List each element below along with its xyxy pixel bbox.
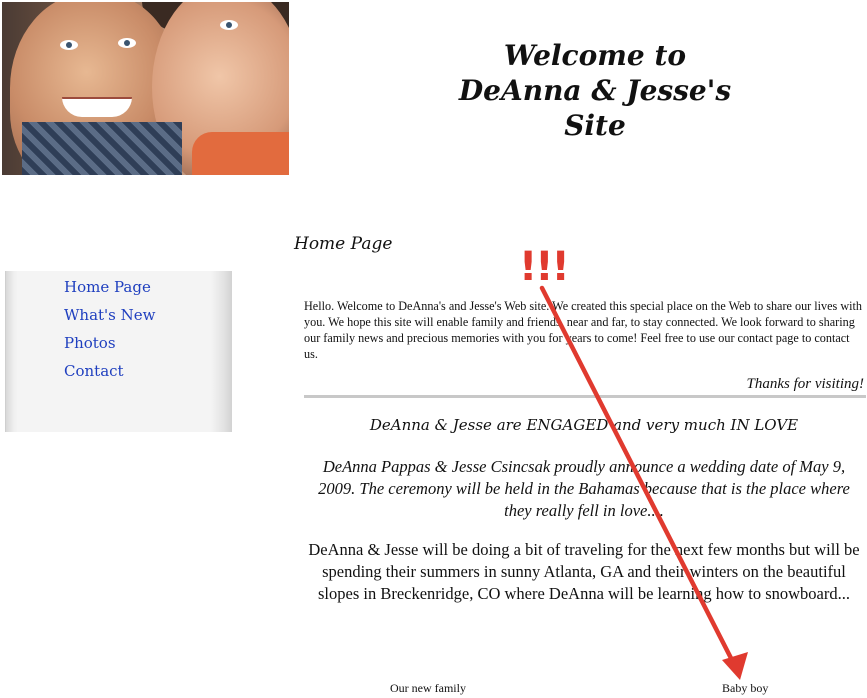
site-title: Welcome to DeAnna & Jesse's Site [430,38,760,143]
nav-link-home[interactable]: Home Page [64,277,155,305]
sidebar-nav: Home Page What's New Photos Contact [5,271,232,432]
photo-shirt [22,122,182,175]
announcement-text: DeAnna Pappas & Jesse Csincsak proudly a… [318,457,850,520]
site-title-line2: DeAnna & Jesse's Site [458,74,732,142]
caption-baby: Baby boy [722,681,769,695]
nav-list: Home Page What's New Photos Contact [64,277,155,389]
thanks-text: Thanks for visiting! [746,376,864,392]
intro-paragraph: Hello. Welcome to DeAnna's and Jesse's W… [304,299,863,361]
page-heading: Home Page [294,234,393,254]
couple-photo [2,2,289,175]
site-title-line1: Welcome to [503,39,687,72]
photo-sleeve [192,132,289,175]
section-divider [304,395,866,398]
photo-eye [60,40,78,50]
nav-link-whats-new[interactable]: What's New [64,305,155,333]
photo-eye [220,20,238,30]
nav-link-photos[interactable]: Photos [64,333,155,361]
engaged-text: DeAnna & Jesse are ENGAGED and very much… [369,416,799,434]
travel-text: DeAnna & Jesse will be doing a bit of tr… [308,540,860,603]
photo-smile [62,97,132,117]
nav-link-contact[interactable]: Contact [64,361,155,389]
caption-family: Our new family [390,681,466,695]
annotation-exclamation: !!! [519,244,570,290]
photo-eye [118,38,136,48]
